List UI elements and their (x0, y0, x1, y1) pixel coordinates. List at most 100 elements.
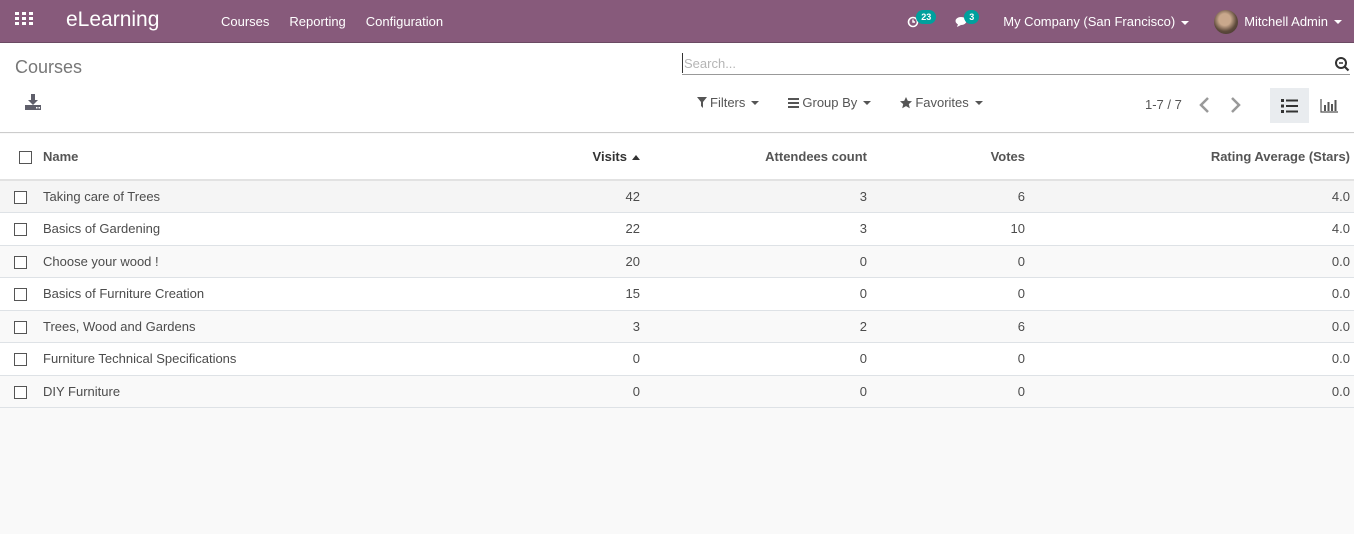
cell-rating: 0.0 (1029, 310, 1354, 343)
cell-name[interactable]: Trees, Wood and Gardens (36, 310, 480, 343)
table-row[interactable]: Trees, Wood and Gardens 3 2 6 0.0 (0, 310, 1354, 343)
list-view-icon (1281, 98, 1298, 113)
activity-button[interactable]: 23 (907, 9, 937, 32)
user-menu[interactable]: Mitchell Admin (1214, 9, 1342, 34)
company-switcher[interactable]: My Company (San Francisco) (1003, 14, 1190, 29)
control-panel: Courses Filters Group By Favorites 1-7 /… (0, 43, 1354, 133)
menu-courses[interactable]: Courses (211, 14, 279, 29)
cell-name[interactable]: Basics of Gardening (36, 212, 480, 246)
user-name: Mitchell Admin (1244, 14, 1328, 29)
messages-button[interactable]: 3 (955, 9, 985, 32)
filters-dropdown[interactable]: Filters (697, 95, 760, 110)
cell-rating: 0.0 (1029, 277, 1354, 311)
favorites-dropdown[interactable]: Favorites (900, 95, 983, 110)
cell-votes: 0 (871, 277, 1029, 311)
chevron-right-icon (1231, 97, 1241, 113)
table-header: Name Visits Attendees count Votes Rating… (0, 134, 1354, 181)
pager-value[interactable]: 1-7 / 7 (1145, 97, 1182, 112)
column-header-rating[interactable]: Rating Average (Stars) (1029, 134, 1354, 181)
row-checkbox[interactable] (14, 353, 27, 367)
pager-previous-button[interactable] (1198, 96, 1212, 114)
cell-visits: 20 (480, 245, 644, 278)
cell-votes: 0 (871, 342, 1029, 376)
select-all-checkbox[interactable] (18, 151, 32, 165)
cell-visits: 42 (480, 180, 644, 213)
cell-attendees: 0 (644, 277, 871, 311)
visits-header-label: Visits (592, 149, 627, 164)
cell-visits: 22 (480, 212, 644, 246)
cell-rating: 4.0 (1029, 180, 1354, 213)
table-row[interactable]: Basics of Furniture Creation 15 0 0 0.0 (0, 277, 1354, 311)
sort-ascending-icon (632, 155, 640, 161)
row-checkbox[interactable] (14, 223, 27, 237)
cell-votes: 6 (871, 310, 1029, 343)
messages-count-badge: 3 (964, 9, 980, 24)
cell-votes: 6 (871, 180, 1029, 213)
apps-menu-icon[interactable] (15, 12, 33, 26)
table-row[interactable]: DIY Furniture 0 0 0 0.0 (0, 375, 1354, 408)
column-header-visits[interactable]: Visits (480, 134, 644, 181)
cell-name[interactable]: Taking care of Trees (36, 180, 480, 213)
cell-visits: 15 (480, 277, 644, 311)
cell-visits: 3 (480, 310, 644, 343)
caret-down-icon (751, 100, 760, 105)
activity-count-badge: 23 (916, 9, 937, 24)
cell-rating: 0.0 (1029, 375, 1354, 408)
caret-down-icon (1181, 20, 1190, 25)
cell-attendees: 3 (644, 180, 871, 213)
column-header-votes[interactable]: Votes (871, 134, 1029, 181)
cell-attendees: 3 (644, 212, 871, 246)
row-checkbox[interactable] (14, 288, 27, 302)
menu-configuration[interactable]: Configuration (356, 14, 453, 29)
list-view-button[interactable] (1270, 88, 1309, 123)
pager-next-button[interactable] (1230, 96, 1244, 114)
company-name: My Company (San Francisco) (1003, 14, 1176, 29)
caret-down-icon (863, 100, 872, 105)
cell-attendees: 0 (644, 375, 871, 408)
group-by-dropdown[interactable]: Group By (788, 95, 872, 110)
table-row[interactable]: Choose your wood ! 20 0 0 0.0 (0, 245, 1354, 278)
caret-down-icon (974, 100, 983, 105)
column-header-attendees[interactable]: Attendees count (644, 134, 871, 181)
list-bars-icon (788, 97, 800, 108)
row-checkbox[interactable] (14, 191, 27, 205)
table-row[interactable]: Basics of Gardening 22 3 10 4.0 (0, 212, 1354, 246)
cell-visits: 0 (480, 375, 644, 408)
row-checkbox[interactable] (14, 385, 27, 399)
bar-chart-icon (1320, 98, 1338, 113)
cell-votes: 10 (871, 212, 1029, 246)
favorites-label: Favorites (915, 95, 969, 110)
column-header-name[interactable]: Name (36, 134, 480, 181)
cell-name[interactable]: Choose your wood ! (36, 245, 480, 278)
group-by-label: Group By (802, 95, 858, 110)
menu-reporting[interactable]: Reporting (279, 14, 355, 29)
top-navbar: eLearning Courses Reporting Configuratio… (0, 0, 1354, 43)
search-icon[interactable] (1334, 56, 1350, 72)
cell-votes: 0 (871, 245, 1029, 278)
cell-attendees: 0 (644, 342, 871, 376)
row-checkbox[interactable] (14, 320, 27, 334)
filters-label: Filters (710, 95, 746, 110)
main-menu: Courses Reporting Configuration (211, 0, 453, 43)
avatar (1214, 9, 1239, 34)
cell-name[interactable]: Furniture Technical Specifications (36, 342, 480, 376)
filter-icon (697, 97, 707, 108)
star-icon (900, 96, 913, 108)
cell-name[interactable]: Basics of Furniture Creation (36, 277, 480, 311)
table-row[interactable]: Taking care of Trees 42 3 6 4.0 (0, 180, 1354, 213)
cell-attendees: 2 (644, 310, 871, 343)
download-icon (25, 94, 41, 110)
courses-list: Name Visits Attendees count Votes Rating… (0, 134, 1354, 408)
app-name[interactable]: eLearning (66, 8, 159, 32)
cell-rating: 0.0 (1029, 245, 1354, 278)
export-button[interactable] (24, 93, 44, 113)
graph-view-button[interactable] (1315, 88, 1343, 123)
search-input[interactable] (682, 53, 1322, 73)
caret-down-icon (1334, 19, 1342, 24)
breadcrumb: Courses (15, 57, 83, 77)
table-row[interactable]: Furniture Technical Specifications 0 0 0 0.0 (0, 342, 1354, 376)
cell-attendees: 0 (644, 245, 871, 278)
row-checkbox[interactable] (14, 255, 27, 269)
cell-name[interactable]: DIY Furniture (36, 375, 480, 408)
cell-visits: 0 (480, 342, 644, 376)
